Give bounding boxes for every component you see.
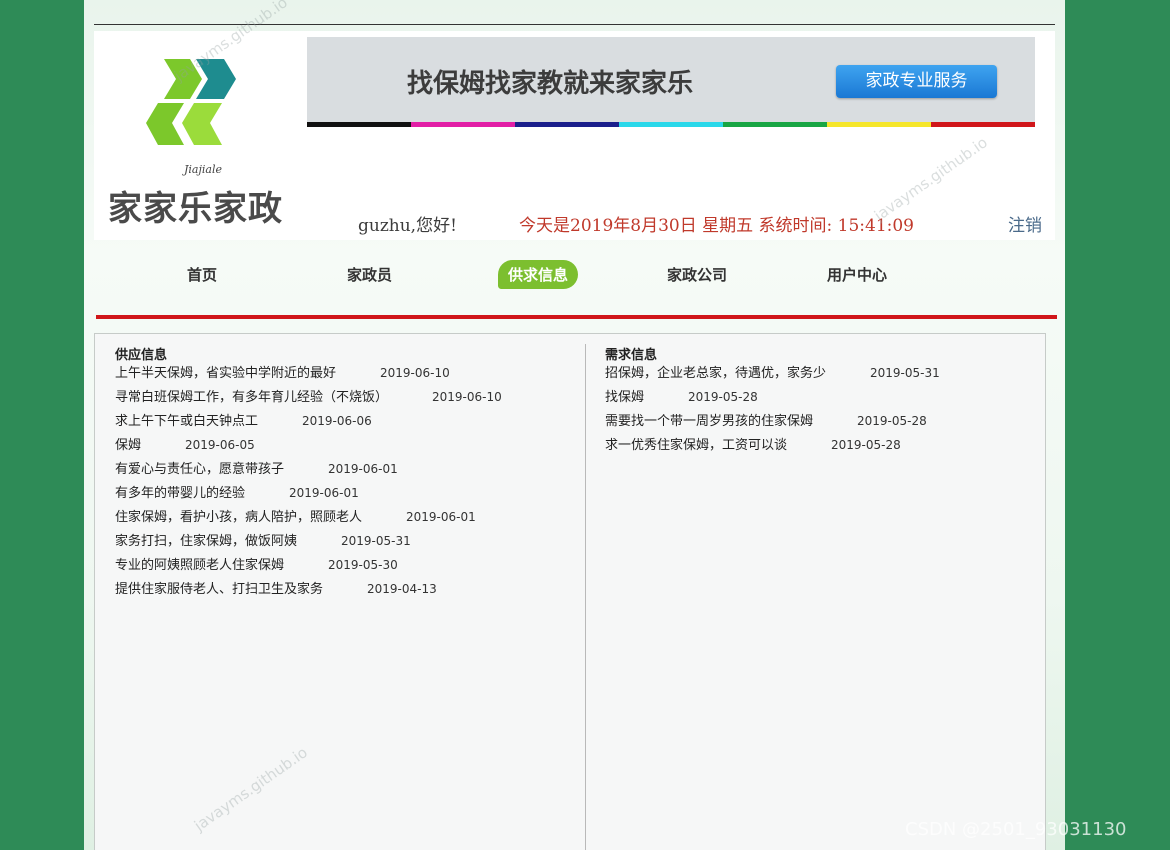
item-date: 2019-05-31 bbox=[341, 534, 411, 548]
color-stripe-segment bbox=[307, 122, 411, 127]
page-container: Jiajiale 家家乐家政 找保姆找家教就来家家乐 家政专业服务 guzhu,… bbox=[84, 0, 1065, 850]
demand-column: 需求信息 招保姆，企业老总家，待遇优，家务少 2019-05-31 找保姆 2019… bbox=[605, 344, 1035, 458]
banner: 找保姆找家教就来家家乐 家政专业服务 bbox=[307, 37, 1035, 127]
item-title[interactable]: 提供住家服侍老人、打扫卫生及家务 bbox=[115, 582, 323, 597]
site-name: 家家乐家政 bbox=[108, 189, 283, 229]
item-title[interactable]: 求上午下午或白天钟点工 bbox=[115, 414, 258, 429]
color-stripe-segment bbox=[411, 122, 515, 127]
item-title[interactable]: 有多年的带婴儿的经验 bbox=[115, 486, 245, 501]
color-stripe-segment bbox=[931, 122, 1035, 127]
color-stripe-segment bbox=[827, 122, 931, 127]
item-date: 2019-06-05 bbox=[185, 438, 255, 452]
color-stripe-segment bbox=[515, 122, 619, 127]
logout-link[interactable]: 注销 bbox=[1008, 211, 1042, 236]
service-button[interactable]: 家政专业服务 bbox=[836, 65, 997, 98]
supply-item[interactable]: 有爱心与责任心，愿意带孩子 2019-06-01 bbox=[115, 458, 575, 482]
demand-title: 需求信息 bbox=[605, 348, 658, 363]
footer-credit: CSDN @2501_93031130 bbox=[905, 819, 1127, 840]
item-date: 2019-06-01 bbox=[289, 486, 359, 500]
item-date: 2019-05-28 bbox=[831, 438, 901, 452]
item-title[interactable]: 家务打扫，住家保姆，做饭阿姨 bbox=[115, 534, 297, 549]
item-title[interactable]: 招保姆，企业老总家，待遇优，家务少 bbox=[605, 366, 826, 381]
item-date: 2019-05-31 bbox=[870, 366, 940, 380]
supply-item[interactable]: 求上午下午或白天钟点工 2019-06-06 bbox=[115, 410, 575, 434]
item-title[interactable]: 求一优秀住家保姆，工资可以谈 bbox=[605, 438, 787, 453]
banner-title: 找保姆找家教就来家家乐 bbox=[407, 69, 694, 99]
supply-column: 供应信息 上午半天保姆，省实验中学附近的最好 2019-06-10 寻常白班保姆工… bbox=[115, 344, 575, 602]
item-title[interactable]: 上午半天保姆，省实验中学附近的最好 bbox=[115, 366, 336, 381]
supply-item[interactable]: 寻常白班保姆工作，有多年育儿经验（不烧饭） 2019-06-10 bbox=[115, 386, 575, 410]
item-title[interactable]: 需要找一个带一周岁男孩的住家保姆 bbox=[605, 414, 813, 429]
nav-user-center[interactable]: 用户中心 bbox=[827, 264, 887, 285]
item-date: 2019-06-01 bbox=[328, 462, 398, 476]
nav-supply-demand[interactable]: 供求信息 bbox=[498, 260, 579, 289]
demand-item[interactable]: 找保姆 2019-05-28 bbox=[605, 386, 1035, 410]
column-divider bbox=[585, 344, 586, 850]
item-date: 2019-06-10 bbox=[380, 366, 450, 380]
demand-item[interactable]: 需要找一个带一周岁男孩的住家保姆 2019-05-28 bbox=[605, 410, 1035, 434]
demand-item[interactable]: 招保姆，企业老总家，待遇优，家务少 2019-05-31 bbox=[605, 362, 1035, 386]
supply-item[interactable]: 上午半天保姆，省实验中学附近的最好 2019-06-10 bbox=[115, 362, 575, 386]
color-stripe bbox=[307, 122, 1035, 127]
supply-item[interactable]: 家务打扫，住家保姆，做饭阿姨 2019-05-31 bbox=[115, 530, 575, 554]
item-date: 2019-04-13 bbox=[367, 582, 437, 596]
main-nav: 首页 家政员 供求信息 家政公司 用户中心 bbox=[94, 248, 1055, 304]
item-title[interactable]: 专业的阿姨照顾老人住家保姆 bbox=[115, 558, 284, 573]
supply-title: 供应信息 bbox=[115, 348, 168, 363]
logo-subtitle: Jiajiale bbox=[184, 163, 223, 176]
item-date: 2019-05-30 bbox=[328, 558, 398, 572]
site-header: Jiajiale 家家乐家政 找保姆找家教就来家家乐 家政专业服务 guzhu,… bbox=[94, 31, 1055, 240]
content-panel: 供应信息 上午半天保姆，省实验中学附近的最好 2019-06-10 寻常白班保姆工… bbox=[94, 333, 1046, 850]
item-title[interactable]: 有爱心与责任心，愿意带孩子 bbox=[115, 462, 284, 477]
item-date: 2019-05-28 bbox=[857, 414, 927, 428]
nav-companies[interactable]: 家政公司 bbox=[667, 264, 727, 285]
item-date: 2019-05-28 bbox=[688, 390, 758, 404]
supply-item[interactable]: 有多年的带婴儿的经验 2019-06-01 bbox=[115, 482, 575, 506]
demand-item[interactable]: 求一优秀住家保姆，工资可以谈 2019-05-28 bbox=[605, 434, 1035, 458]
item-title[interactable]: 寻常白班保姆工作，有多年育儿经验（不烧饭） bbox=[115, 390, 388, 405]
color-stripe-segment bbox=[723, 122, 827, 127]
nav-underline bbox=[96, 315, 1057, 319]
supply-item[interactable]: 住家保姆，看护小孩，病人陪护，照顾老人 2019-06-01 bbox=[115, 506, 575, 530]
supply-item[interactable]: 专业的阿姨照顾老人住家保姆 2019-05-30 bbox=[115, 554, 575, 578]
item-date: 2019-06-10 bbox=[432, 390, 502, 404]
item-date: 2019-06-06 bbox=[302, 414, 372, 428]
nav-housekeepers[interactable]: 家政员 bbox=[347, 264, 392, 285]
logo-chevron-icon bbox=[146, 59, 236, 145]
item-date: 2019-06-01 bbox=[406, 510, 476, 524]
greeting-text: guzhu,您好! bbox=[358, 216, 457, 236]
supply-item[interactable]: 保姆 2019-06-05 bbox=[115, 434, 575, 458]
supply-item[interactable]: 提供住家服侍老人、打扫卫生及家务 2019-04-13 bbox=[115, 578, 575, 602]
system-datetime: 今天是2019年8月30日 星期五 系统时间: 15:41:09 bbox=[519, 216, 915, 236]
item-title[interactable]: 保姆 bbox=[115, 438, 141, 453]
item-title[interactable]: 找保姆 bbox=[605, 390, 644, 405]
top-rule bbox=[94, 24, 1055, 25]
color-stripe-segment bbox=[619, 122, 723, 127]
item-title[interactable]: 住家保姆，看护小孩，病人陪护，照顾老人 bbox=[115, 510, 362, 525]
nav-home[interactable]: 首页 bbox=[187, 264, 217, 285]
